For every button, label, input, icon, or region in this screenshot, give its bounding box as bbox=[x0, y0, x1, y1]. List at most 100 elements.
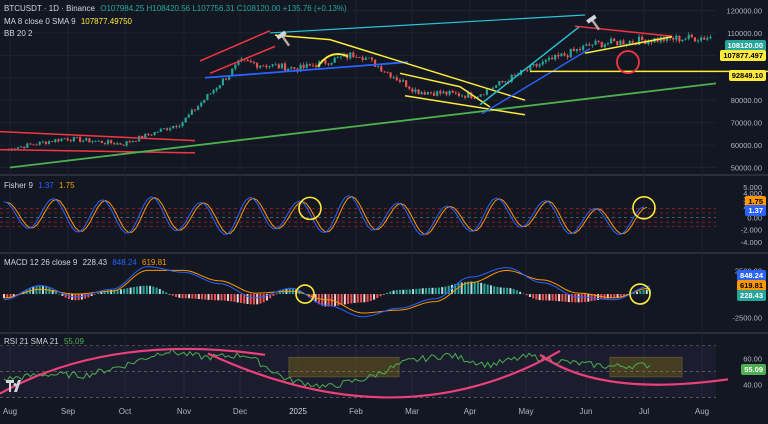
macd-histogram-bar bbox=[645, 289, 648, 295]
macd-histogram-bar bbox=[460, 282, 463, 295]
macd-histogram-bar bbox=[369, 294, 372, 301]
rsi-label[interactable]: RSI 21 SMA 21 bbox=[4, 337, 59, 346]
macd-histogram-bar bbox=[392, 290, 395, 295]
bb-label[interactable]: BB 20 2 bbox=[4, 29, 32, 38]
candle-body bbox=[72, 137, 75, 142]
macd-histogram-bar bbox=[399, 289, 402, 295]
candle-body bbox=[405, 80, 408, 87]
macd-histogram-bar bbox=[272, 294, 275, 296]
candle-body bbox=[597, 40, 600, 42]
macd-histogram-bar bbox=[506, 287, 509, 295]
hammer-icon bbox=[586, 14, 601, 31]
candle-body bbox=[585, 44, 588, 46]
macd-histogram-bar bbox=[431, 287, 434, 295]
macd-value-1: 228.43 bbox=[82, 258, 108, 267]
macd-histogram-bar bbox=[525, 294, 528, 296]
candle-body bbox=[566, 55, 569, 58]
candle-body bbox=[389, 72, 392, 78]
macd-histogram-bar bbox=[93, 294, 96, 295]
price-label-level: 92849.10 bbox=[728, 70, 766, 81]
candle-body bbox=[131, 141, 134, 143]
macd-histogram-bar bbox=[493, 286, 496, 295]
macd-histogram-bar bbox=[408, 289, 411, 295]
macd-histogram-bar bbox=[632, 293, 635, 295]
ma-header: MA 8 close 0 SMA 9 107877.49750 bbox=[4, 17, 135, 26]
candle-body bbox=[221, 78, 225, 86]
macd-histogram-bar bbox=[178, 294, 181, 298]
candle-body bbox=[333, 57, 336, 63]
candle-body bbox=[255, 63, 259, 68]
candle-body bbox=[451, 90, 454, 93]
candle-body bbox=[122, 144, 125, 146]
macd-histogram-bar bbox=[558, 294, 561, 302]
macd-histogram-bar bbox=[577, 294, 580, 303]
candle-body bbox=[63, 138, 66, 140]
macd-histogram-bar bbox=[412, 289, 415, 295]
macd-histogram-bar bbox=[444, 286, 447, 295]
candle-body bbox=[35, 144, 38, 146]
candle-body bbox=[392, 77, 395, 79]
candle-body bbox=[178, 125, 181, 127]
candle-body bbox=[575, 49, 579, 52]
macd-histogram-bar bbox=[382, 294, 385, 295]
macd-signal-line bbox=[3, 269, 651, 314]
macd-histogram-bar bbox=[428, 287, 431, 295]
candle-body bbox=[190, 109, 193, 115]
macd-histogram-bar bbox=[48, 288, 51, 295]
macd-label[interactable]: MACD 12 26 close 9 bbox=[4, 258, 77, 267]
candle-body bbox=[538, 64, 541, 67]
macd-histogram-bar bbox=[207, 294, 210, 300]
macd-histogram-bar bbox=[184, 294, 187, 299]
macd-histogram-bar bbox=[509, 288, 512, 295]
candle-body bbox=[290, 67, 293, 69]
fisher-value-1: 1.37 bbox=[38, 181, 54, 190]
candle-body bbox=[23, 146, 26, 148]
price-tick-0: 120000.00 bbox=[727, 6, 762, 15]
candle-body bbox=[358, 57, 361, 58]
macd-histogram-bar bbox=[197, 294, 200, 300]
candle-body bbox=[78, 137, 82, 142]
x-tick-label-feb: Feb bbox=[349, 407, 363, 416]
symbol-title[interactable]: BTCUSDT · 1D · Binance bbox=[4, 4, 95, 13]
macd-histogram-bar bbox=[574, 294, 577, 303]
macd-histogram-bar bbox=[405, 289, 408, 295]
macd-histogram-bar bbox=[220, 294, 223, 301]
channel-top-line bbox=[0, 130, 196, 142]
macd-histogram-bar bbox=[636, 291, 639, 295]
macd-histogram-bar bbox=[386, 292, 389, 295]
candle-body bbox=[445, 91, 448, 95]
candle-body bbox=[128, 141, 131, 143]
macd-histogram-bar bbox=[126, 288, 129, 295]
candle-body bbox=[495, 85, 498, 88]
fisher-label[interactable]: Fisher 9 bbox=[4, 181, 33, 190]
candle-body bbox=[557, 54, 560, 57]
macd-histogram-bar bbox=[515, 290, 518, 295]
macd-histogram-bar bbox=[45, 286, 48, 295]
ma-label[interactable]: MA 8 close 0 SMA 9 bbox=[4, 17, 76, 26]
macd-histogram-bar bbox=[343, 294, 346, 305]
macd-histogram-bar bbox=[548, 294, 551, 301]
candle-body bbox=[491, 87, 495, 89]
candle-body bbox=[116, 143, 119, 145]
candle-body bbox=[442, 91, 445, 94]
candle-body bbox=[150, 134, 153, 136]
candle-body bbox=[373, 59, 377, 67]
candle-body bbox=[622, 40, 625, 45]
candle-body bbox=[75, 137, 79, 138]
candle-body bbox=[88, 138, 91, 143]
support-trendline bbox=[9, 82, 717, 169]
macd-histogram-bar bbox=[447, 285, 450, 295]
macd-histogram-bar bbox=[152, 286, 155, 295]
candle-body bbox=[355, 56, 358, 58]
candle-body bbox=[678, 35, 681, 42]
candle-body bbox=[162, 128, 166, 130]
candle-body bbox=[314, 65, 318, 68]
macd-histogram-bar bbox=[239, 294, 242, 304]
macd-histogram-bar bbox=[181, 294, 184, 299]
x-tick-label-jul: Jul bbox=[639, 407, 649, 416]
candle-body bbox=[110, 140, 113, 144]
macd-histogram-bar bbox=[38, 285, 41, 295]
macd-histogram-bar bbox=[223, 294, 226, 301]
highlight-circle-red bbox=[616, 50, 640, 74]
x-tick-label-aug: Aug bbox=[695, 407, 709, 416]
